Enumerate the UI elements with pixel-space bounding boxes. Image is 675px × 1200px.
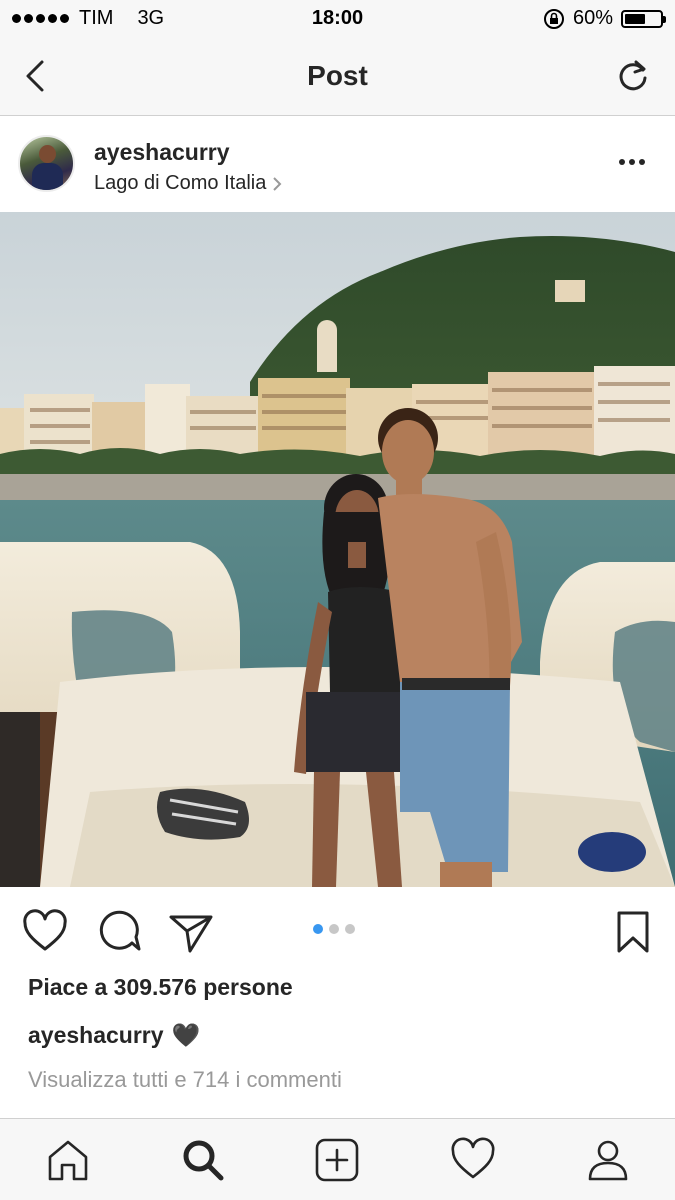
post-caption: ayeshacurry 🖤 — [28, 1022, 200, 1049]
carousel-dot — [313, 924, 323, 934]
status-right: 60% — [543, 7, 666, 30]
carousel-dot — [329, 924, 339, 934]
add-post-icon[interactable] — [314, 1137, 360, 1183]
like-heart-icon[interactable] — [22, 909, 68, 955]
view-all-comments-link[interactable]: Visualizza tutti e 714 i commenti — [28, 1067, 342, 1093]
share-send-icon[interactable] — [168, 909, 214, 955]
battery-icon — [621, 9, 666, 28]
avatar[interactable] — [18, 135, 75, 192]
heart-icon[interactable] — [450, 1137, 496, 1183]
location-label: Lago di Como Italia — [94, 172, 267, 194]
chevron-right-icon — [273, 176, 282, 191]
post-photo[interactable] — [0, 212, 675, 887]
comment-bubble-icon[interactable] — [96, 909, 142, 955]
navigation-bar: Post — [0, 38, 675, 116]
carousel-indicator — [313, 924, 355, 934]
post-username[interactable]: ayeshacurry — [94, 139, 230, 166]
caption-text: 🖤 — [171, 1022, 201, 1048]
status-bar: TIM 3G 18:00 60% — [0, 0, 675, 38]
battery-percent: 60% — [572, 7, 613, 29]
post-location[interactable]: Lago di Como Italia — [94, 172, 282, 195]
like-count[interactable]: Piace a 309.576 persone — [28, 974, 293, 1001]
lake-como-photo — [0, 212, 675, 887]
carousel-dot — [345, 924, 355, 934]
orientation-lock-icon — [543, 8, 564, 29]
bookmark-icon[interactable] — [610, 909, 656, 955]
search-icon[interactable] — [180, 1137, 226, 1183]
refresh-icon[interactable] — [613, 56, 653, 96]
page-title: Post — [307, 60, 368, 91]
home-icon[interactable] — [45, 1137, 91, 1183]
more-options-icon[interactable] — [619, 152, 649, 172]
caption-username[interactable]: ayeshacurry — [28, 1022, 164, 1049]
post-header: ayeshacurry Lago di Como Italia — [0, 116, 675, 212]
profile-icon[interactable] — [585, 1137, 631, 1183]
tab-bar — [0, 1118, 675, 1200]
